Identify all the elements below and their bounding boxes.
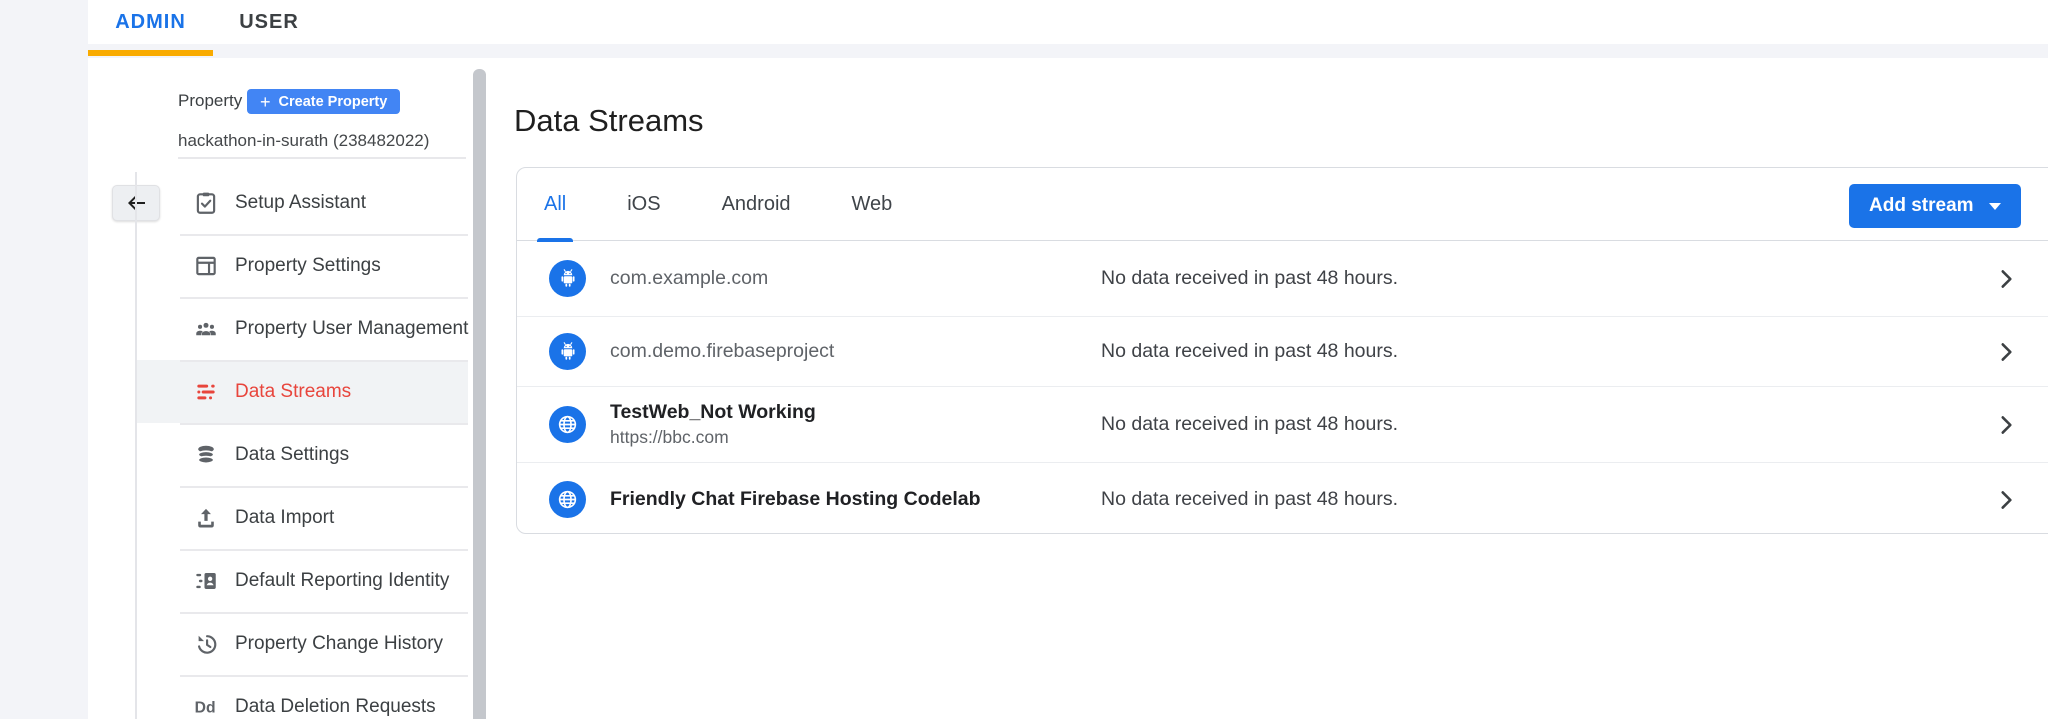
sidebar-item-data-settings[interactable]: Data Settings (137, 423, 468, 486)
sidebar-item-data-streams[interactable]: Data Streams (137, 360, 468, 423)
stream-text: com.example.com (610, 267, 768, 290)
stream-status: No data received in past 48 hours. (1101, 267, 1398, 290)
sidebar-item-label: Property Change History (235, 633, 443, 655)
android-icon (549, 333, 586, 370)
android-icon (549, 260, 586, 297)
sidebar-item-label: Property User Management (235, 318, 468, 340)
sidebar-item-label: Data Streams (235, 381, 351, 403)
stream-status: No data received in past 48 hours. (1101, 413, 1398, 436)
stream-tab-label: Android (722, 193, 791, 216)
sidebar-item-property-change-history[interactable]: Property Change History (137, 612, 468, 675)
sidebar-item-property-settings[interactable]: Property Settings (137, 234, 468, 297)
property-name[interactable]: hackathon-in-surath (238482022) (178, 131, 429, 151)
property-separator (178, 157, 466, 159)
sidebar-item-label: Property Settings (235, 255, 381, 277)
setup-assistant-icon (193, 190, 219, 216)
add-stream-label: Add stream (1869, 195, 1974, 217)
admin-tab-underline (88, 50, 213, 56)
create-property-button[interactable]: + Create Property (247, 89, 400, 114)
sidebar-item-label: Data Deletion Requests (235, 696, 436, 718)
data-streams-icon (193, 379, 219, 405)
property-settings-icon (193, 253, 219, 279)
stream-status: No data received in past 48 hours. (1101, 340, 1398, 363)
web-icon (549, 406, 586, 443)
stream-row[interactable]: TestWeb_Not Working https://bbc.com No d… (517, 386, 2048, 462)
page-title: Data Streams (514, 103, 704, 139)
chevron-right-icon[interactable] (1993, 487, 2019, 513)
property-user-management-icon (193, 316, 219, 342)
stream-row[interactable]: Friendly Chat Firebase Hosting Codelab N… (517, 462, 2048, 536)
plus-icon: + (260, 93, 271, 111)
add-stream-button[interactable]: Add stream (1849, 184, 2021, 228)
stream-tab-web[interactable]: Web (845, 168, 900, 240)
web-icon (549, 481, 586, 518)
property-change-history-icon (193, 631, 219, 657)
stream-tab-android[interactable]: Android (715, 168, 798, 240)
sidebar-item-data-import[interactable]: Data Import (137, 486, 468, 549)
sidebar-item-default-reporting-identity[interactable]: Default Reporting Identity (137, 549, 468, 612)
sidebar-item-property-user-management[interactable]: Property User Management (137, 297, 468, 360)
sidebar-item-label: Setup Assistant (235, 192, 366, 214)
stream-filter-tabs: All iOS Android Web Add stream (517, 168, 2048, 241)
stream-tab-label: Web (852, 193, 893, 216)
default-reporting-identity-icon (193, 568, 219, 594)
sidebar-scrollbar[interactable] (473, 69, 486, 719)
data-import-icon (193, 505, 219, 531)
stream-tab-label: iOS (627, 193, 660, 216)
chevron-right-icon[interactable] (1993, 266, 2019, 292)
chevron-down-icon (1989, 203, 2001, 210)
ga-admin-screen: ADMIN USER Property + Create Property ha… (0, 0, 2048, 719)
svg-text:Dd: Dd (195, 699, 216, 716)
page-background-strip (88, 44, 2048, 58)
chevron-right-icon[interactable] (1993, 339, 2019, 365)
stream-title: Friendly Chat Firebase Hosting Codelab (610, 488, 981, 511)
page-background-left (0, 0, 88, 719)
tab-admin[interactable]: ADMIN (88, 0, 213, 44)
stream-tab-ios[interactable]: iOS (620, 168, 667, 240)
stream-tab-label: All (544, 193, 566, 216)
stream-url: https://bbc.com (610, 427, 816, 448)
sidebar-item-setup-assistant[interactable]: Setup Assistant (137, 171, 468, 234)
data-deletion-requests-icon: Dd (193, 694, 219, 719)
stream-title: com.demo.firebaseproject (610, 340, 834, 363)
sidebar-item-label: Data Settings (235, 444, 349, 466)
create-property-label: Create Property (279, 94, 388, 110)
tab-user[interactable]: USER (213, 0, 325, 44)
data-streams-card: All iOS Android Web Add stream (516, 167, 2048, 534)
property-section-label: Property (178, 91, 242, 111)
stream-text: com.demo.firebaseproject (610, 340, 834, 363)
stream-title: com.example.com (610, 267, 768, 290)
sidebar-item-label: Data Import (235, 507, 334, 529)
stream-text: TestWeb_Not Working https://bbc.com (610, 401, 816, 448)
stream-list: com.example.com No data received in past… (517, 241, 2048, 536)
sidebar-menu: Setup Assistant Property Settings Proper… (137, 171, 468, 719)
stream-title: TestWeb_Not Working (610, 401, 816, 424)
sidebar-item-label: Default Reporting Identity (235, 570, 449, 592)
data-settings-icon (193, 442, 219, 468)
stream-row[interactable]: com.demo.firebaseproject No data receive… (517, 316, 2048, 386)
stream-text: Friendly Chat Firebase Hosting Codelab (610, 488, 981, 511)
stream-tab-all[interactable]: All (537, 168, 573, 240)
stream-row[interactable]: com.example.com No data received in past… (517, 241, 2048, 316)
sidebar-item-data-deletion-requests[interactable]: Dd Data Deletion Requests (137, 675, 468, 719)
stream-status: No data received in past 48 hours. (1101, 488, 1398, 511)
chevron-right-icon[interactable] (1993, 412, 2019, 438)
